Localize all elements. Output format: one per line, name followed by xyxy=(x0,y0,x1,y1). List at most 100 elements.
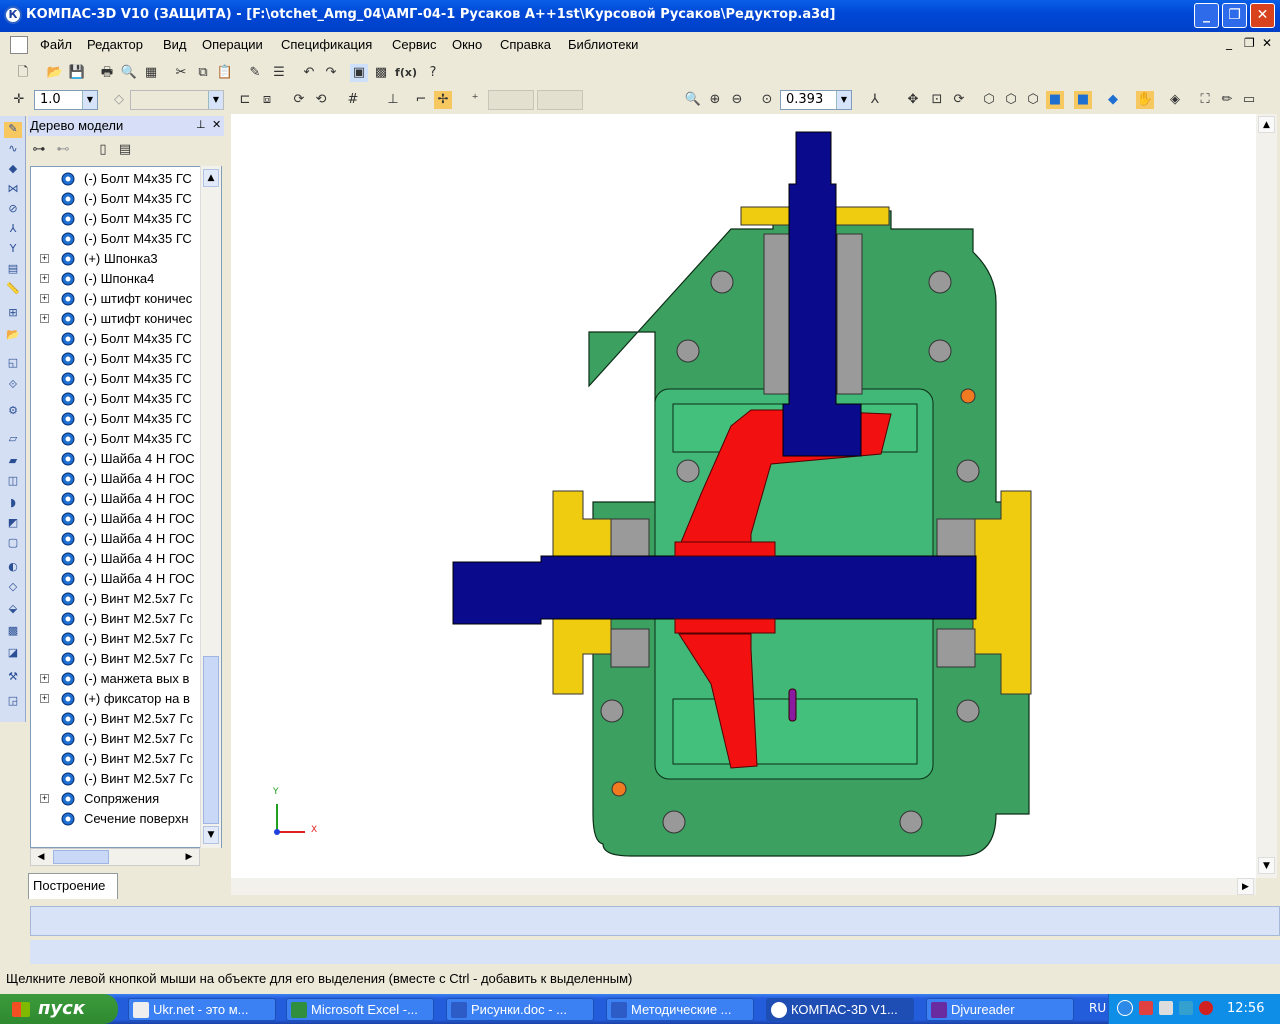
arrays-icon[interactable]: ⋈ xyxy=(4,182,22,198)
expand-icon[interactable]: + xyxy=(40,294,49,303)
expand-icon[interactable]: + xyxy=(40,674,49,683)
display-icon[interactable]: ▭ xyxy=(1240,91,1258,109)
snap-grid-icon[interactable]: ✛ xyxy=(10,91,28,109)
task-kompas[interactable]: КОМПАС-3D V1... xyxy=(766,998,914,1021)
specification-icon[interactable]: ▤ xyxy=(4,262,22,278)
viewport-horizontal-scrollbar[interactable]: ▶ xyxy=(231,878,1256,895)
task-djvureader[interactable]: Djvureader xyxy=(926,998,1074,1021)
copy-icon[interactable]: ⧉ xyxy=(194,64,212,82)
mirror-icon[interactable]: ◪ xyxy=(4,646,22,662)
hidden-lines-icon[interactable]: ⬡ xyxy=(1002,91,1020,109)
properties-icon[interactable]: ✎ xyxy=(246,64,264,82)
save-icon[interactable]: 💾 xyxy=(68,64,86,82)
scroll-down-icon[interactable]: ▼ xyxy=(203,826,219,844)
scroll-left-icon[interactable]: ◀ xyxy=(33,849,49,865)
expand-icon[interactable]: + xyxy=(40,274,49,283)
doc-close-icon[interactable]: ✕ xyxy=(1262,36,1272,50)
coordinates-icon[interactable]: ⁺ xyxy=(466,91,484,109)
pin-icon[interactable]: ⊥ xyxy=(196,116,206,135)
redo-icon[interactable]: ↷ xyxy=(322,64,340,82)
tree-vertical-scrollbar[interactable]: ▲ ▼ xyxy=(200,166,221,848)
move-component-icon[interactable]: ⟐ xyxy=(4,378,22,394)
expand-icon[interactable]: + xyxy=(40,694,49,703)
tree-view-icon[interactable]: ⊷ xyxy=(54,141,72,159)
task-word-guidelines[interactable]: Методические ... xyxy=(606,998,754,1021)
context-help-icon[interactable]: ? xyxy=(424,64,442,82)
tray-app-icon[interactable] xyxy=(1179,1001,1193,1015)
task-word-figures[interactable]: Рисунки.doc - ... xyxy=(446,998,594,1021)
perspective-icon[interactable]: ◆ xyxy=(1104,91,1122,109)
hide-icon[interactable]: ◈ xyxy=(1166,91,1184,109)
halftone-icon[interactable]: ■ xyxy=(1046,91,1064,109)
revolve-icon[interactable]: ◐ xyxy=(4,560,22,576)
edit-assembly-icon[interactable]: ✎ xyxy=(4,122,22,138)
expand-icon[interactable]: + xyxy=(40,254,49,263)
open-file-icon[interactable]: 📂 xyxy=(46,64,64,82)
zoom-window-icon[interactable]: 🔍 xyxy=(684,91,702,109)
dimensions-icon[interactable]: ⅄ xyxy=(4,222,22,238)
menu-operations[interactable]: Операции xyxy=(202,37,263,52)
kompas-app-icon[interactable]: К xyxy=(4,6,22,24)
tree-structure-icon[interactable]: ⊶ xyxy=(30,141,48,159)
round-icon[interactable]: ⌐ xyxy=(412,91,430,109)
export-icon[interactable]: ▦ xyxy=(142,64,160,82)
measure-icon[interactable]: ⟳ xyxy=(290,91,308,109)
undo-icon[interactable]: ↶ xyxy=(300,64,318,82)
document-icon[interactable] xyxy=(10,36,28,54)
menu-window[interactable]: Окно xyxy=(452,37,482,52)
rotate-icon[interactable]: ⟳ xyxy=(950,91,968,109)
fx-icon[interactable]: f(x) xyxy=(394,64,418,82)
sweep-icon[interactable]: ◇ xyxy=(4,580,22,596)
zoom-out-icon[interactable]: ⊖ xyxy=(728,91,746,109)
variables-icon[interactable]: ▩ xyxy=(372,64,390,82)
scroll-up-icon[interactable]: ▲ xyxy=(203,169,219,187)
add-component-icon[interactable]: 📂 xyxy=(4,328,22,344)
fillet-icon[interactable]: ◗ xyxy=(4,496,22,512)
menu-help[interactable]: Справка xyxy=(500,37,551,52)
start-button[interactable]: пуск xyxy=(0,994,118,1024)
expand-icon[interactable]: + xyxy=(40,794,49,803)
maximize-button[interactable]: ❐ xyxy=(1222,3,1247,28)
hole-icon[interactable]: ◫ xyxy=(4,474,22,490)
library-icon[interactable]: ◲ xyxy=(4,694,22,710)
extrude-icon[interactable]: ▱ xyxy=(4,432,22,448)
section-plane-icon[interactable]: ▩ xyxy=(4,624,22,640)
appearance-icon[interactable]: ✏ xyxy=(1218,91,1236,109)
chamfer-icon[interactable]: ◩ xyxy=(4,516,22,532)
shell-icon[interactable]: ▢ xyxy=(4,536,22,552)
step-field[interactable]: 1.0 ▼ xyxy=(34,90,98,110)
local-cs-icon[interactable]: ⊏ xyxy=(236,91,254,109)
selection-filter-icon[interactable]: Y xyxy=(4,242,22,258)
menu-view[interactable]: Вид xyxy=(163,37,187,52)
tab-construction[interactable]: Построение xyxy=(28,873,118,899)
tray-collapse-icon[interactable] xyxy=(1117,1000,1133,1016)
list-icon[interactable]: ☰ xyxy=(270,64,288,82)
wireframe-icon[interactable]: ⬡ xyxy=(980,91,998,109)
viewport-scroll-right-icon[interactable]: ▶ xyxy=(1237,878,1254,895)
filter-icon[interactable]: ⛶ xyxy=(1196,91,1214,109)
doc-restore-icon[interactable]: ❐ xyxy=(1244,36,1255,50)
expand-icon[interactable]: + xyxy=(40,314,49,323)
pan-icon[interactable]: ✥ xyxy=(904,91,922,109)
tangent-icon[interactable]: ⟲ xyxy=(312,91,330,109)
auxiliary-geometry-icon[interactable]: ⊘ xyxy=(4,202,22,218)
section-icon[interactable]: ✋ xyxy=(1136,91,1154,109)
panel-close-icon[interactable]: ✕ xyxy=(212,116,221,135)
cut-extrude-icon[interactable]: ▰ xyxy=(4,454,22,470)
orto-icon[interactable]: ⊥ xyxy=(384,91,402,109)
mate-icon[interactable]: ⚙ xyxy=(4,404,22,420)
snap-icon[interactable]: ✢ xyxy=(434,91,452,109)
language-indicator[interactable]: RU xyxy=(1089,1001,1106,1015)
new-file-icon[interactable]: 🗋 xyxy=(14,64,32,82)
tree-horizontal-scrollbar[interactable]: ◀ ▶ xyxy=(30,848,200,866)
halftone-edges-icon[interactable]: ■ xyxy=(1074,91,1092,109)
print-icon[interactable]: 🖶 xyxy=(98,64,116,82)
doc-minimize-icon[interactable]: _ xyxy=(1226,36,1232,50)
create-part-icon[interactable]: ◱ xyxy=(4,356,22,372)
manager-icon[interactable]: ▣ xyxy=(350,64,368,82)
curves-icon[interactable]: ∿ xyxy=(4,142,22,158)
assembly-tool-icon[interactable]: ⚒ xyxy=(4,670,22,686)
thin-lines-icon[interactable]: ⬡ xyxy=(1024,91,1042,109)
tree-scroll-thumb[interactable] xyxy=(203,656,219,824)
orientation-icon[interactable]: ⅄ xyxy=(866,91,884,109)
